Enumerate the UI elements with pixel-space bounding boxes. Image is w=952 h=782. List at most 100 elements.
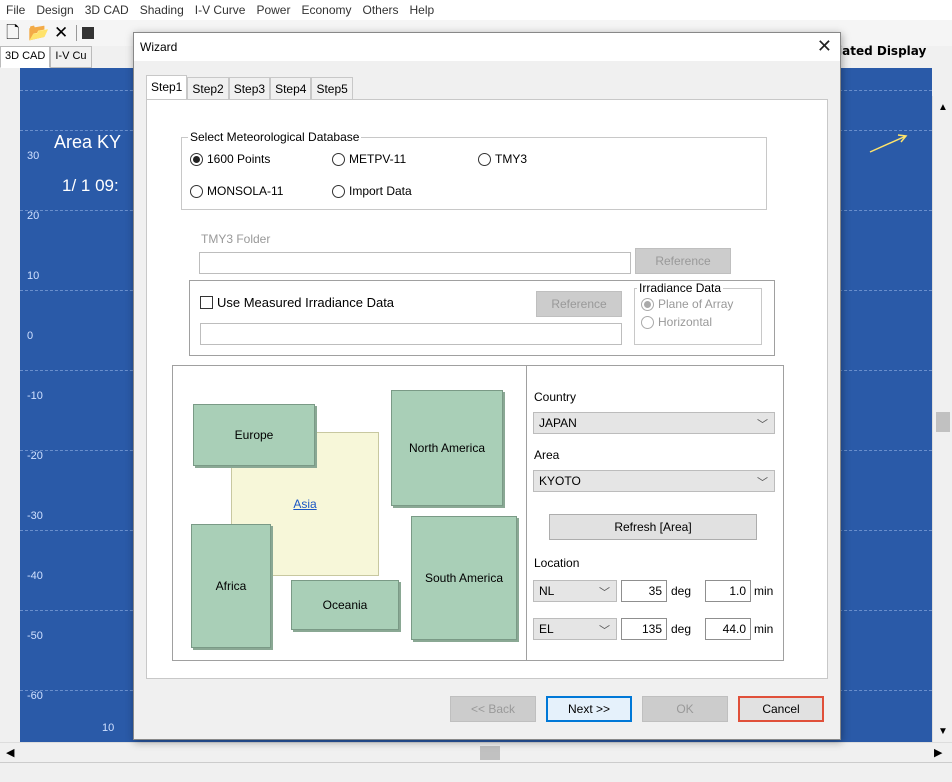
save-icon[interactable] xyxy=(82,27,94,39)
db-group-legend: Select Meteorological Database xyxy=(190,130,360,144)
region-europe[interactable]: Europe xyxy=(193,404,315,466)
tab-step2[interactable]: Step2 xyxy=(187,77,229,99)
radio-selected-icon xyxy=(641,297,654,311)
menu-help[interactable]: Help xyxy=(410,3,435,17)
y-axis-label: 20 xyxy=(27,210,40,222)
scroll-left-icon[interactable]: ◀ xyxy=(6,746,14,759)
app-tabs: 3D CAD I-V Cu xyxy=(0,46,92,68)
tmy3-folder-label: TMY3 Folder xyxy=(201,232,271,246)
deg-unit: deg xyxy=(671,622,692,636)
country-select[interactable]: JAPAN ﹀ xyxy=(533,412,775,434)
y-axis-label: -60 xyxy=(27,690,43,702)
chevron-down-icon: ﹀ xyxy=(757,419,768,431)
radio-import-data[interactable]: Import Data xyxy=(332,184,412,198)
longitude-direction-select[interactable]: EL ﹀ xyxy=(533,618,617,640)
radio-monsola-11[interactable]: MONSOLA-11 xyxy=(190,184,283,198)
location-label: Location xyxy=(534,556,580,570)
menu-others[interactable]: Others xyxy=(363,3,399,17)
menu-3dcad[interactable]: 3D CAD xyxy=(85,3,129,17)
longitude-min-input[interactable]: 44.0 xyxy=(705,618,751,640)
tab-3d-cad[interactable]: 3D CAD xyxy=(0,46,51,68)
chevron-down-icon: ﹀ xyxy=(599,587,610,599)
canvas-area-title: Area KY xyxy=(54,132,122,152)
latitude-min-input[interactable]: 1.0 xyxy=(705,580,751,602)
y-axis-label: 0 xyxy=(27,330,34,342)
toolbar-separator xyxy=(76,25,77,41)
db-group: Select Meteorological Database 1600 Poin… xyxy=(181,130,767,210)
y-axis-label: -30 xyxy=(27,510,43,522)
cancel-button[interactable]: Cancel xyxy=(738,696,824,722)
vertical-scrollbar[interactable]: ▲ ▼ xyxy=(932,96,952,742)
region-oceania[interactable]: Oceania xyxy=(291,580,399,630)
chevron-down-icon: ﹀ xyxy=(599,625,610,637)
next-button[interactable]: Next >> xyxy=(546,696,632,722)
tab-iv-curve[interactable]: I-V Cu xyxy=(50,46,92,68)
latitude-deg-input[interactable]: 35 xyxy=(621,580,667,602)
y-axis-label: -10 xyxy=(27,390,43,402)
back-button[interactable]: << Back xyxy=(450,696,536,722)
scroll-down-icon[interactable]: ▼ xyxy=(938,726,948,737)
longitude-deg-input[interactable]: 135 xyxy=(621,618,667,640)
tab-step3[interactable]: Step3 xyxy=(228,77,271,99)
x-axis-label: 10 xyxy=(102,722,115,734)
region-map: Asia Europe North America Africa Oceania… xyxy=(172,365,528,661)
y-axis-label: 10 xyxy=(27,270,40,282)
irradiance-legend: Irradiance Data xyxy=(639,281,722,295)
wizard-dialog: Wizard ✕ Step1 Step2 Step3 Step4 Step5 S… xyxy=(133,32,841,740)
measured-irradiance-box: Use Measured Irradiance Data Reference I… xyxy=(189,280,775,356)
menu-economy[interactable]: Economy xyxy=(301,3,351,17)
use-measured-checkbox[interactable]: Use Measured Irradiance Data xyxy=(200,295,394,310)
location-panel: Country JAPAN ﹀ Area KYOTO ﹀ Refresh [Ar… xyxy=(526,365,784,661)
deg-unit: deg xyxy=(671,584,692,598)
ok-button[interactable]: OK xyxy=(642,696,728,722)
radio-1600-points[interactable]: 1600 Points xyxy=(190,152,270,166)
new-file-icon[interactable]: 🗋 xyxy=(6,23,20,43)
tab-step4[interactable]: Step4 xyxy=(270,77,312,99)
wizard-title: Wizard xyxy=(140,40,178,54)
y-axis-label: 30 xyxy=(27,150,40,162)
scroll-right-icon[interactable]: ▶ xyxy=(934,746,942,759)
radio-selected-icon xyxy=(190,152,203,166)
latitude-direction-select[interactable]: NL ﹀ xyxy=(533,580,617,602)
menu-iv-curve[interactable]: I-V Curve xyxy=(195,3,246,17)
region-africa[interactable]: Africa xyxy=(191,524,271,648)
menu-file[interactable]: File xyxy=(6,3,25,17)
radio-icon xyxy=(332,152,345,166)
tmy3-folder-input[interactable] xyxy=(199,252,631,274)
close-icon[interactable]: ✕ xyxy=(817,36,832,56)
area-label: Area xyxy=(534,448,560,462)
tab-step5[interactable]: Step5 xyxy=(311,77,353,99)
min-unit: min xyxy=(754,622,774,636)
min-unit: min xyxy=(754,584,774,598)
horizontal-scrollbar[interactable]: ◀ ▶ xyxy=(0,742,952,762)
scroll-thumb[interactable] xyxy=(480,746,500,760)
area-select[interactable]: KYOTO ﹀ xyxy=(533,470,775,492)
tab-step1[interactable]: Step1 xyxy=(146,75,188,99)
region-north-america[interactable]: North America xyxy=(391,390,503,506)
scroll-up-icon[interactable]: ▲ xyxy=(938,102,948,113)
radio-icon xyxy=(641,315,654,329)
checkbox-icon xyxy=(200,296,213,309)
menu-design[interactable]: Design xyxy=(36,3,73,17)
measured-reference-button[interactable]: Reference xyxy=(536,291,622,317)
menu-shading[interactable]: Shading xyxy=(140,3,184,17)
display-mode-label: iated Display xyxy=(838,44,927,58)
radio-horizontal[interactable]: Horizontal xyxy=(641,315,712,329)
radio-metpv-11[interactable]: METPV-11 xyxy=(332,152,406,166)
status-bar xyxy=(0,762,952,782)
open-folder-icon[interactable]: 📂 xyxy=(28,23,49,43)
scroll-thumb[interactable] xyxy=(936,412,950,432)
irradiance-group: Irradiance Data Plane of Array Horizonta… xyxy=(634,281,762,345)
measured-file-input[interactable] xyxy=(200,323,622,345)
delete-icon[interactable]: ✕ xyxy=(54,23,68,43)
tmy3-reference-button[interactable]: Reference xyxy=(635,248,731,274)
radio-icon xyxy=(332,184,345,198)
menu-power[interactable]: Power xyxy=(256,3,290,17)
radio-tmy3[interactable]: TMY3 xyxy=(478,152,527,166)
radio-plane-of-array[interactable]: Plane of Array xyxy=(641,297,733,311)
wizard-tabs: Step1 Step2 Step3 Step4 Step5 xyxy=(146,75,353,99)
region-south-america[interactable]: South America xyxy=(411,516,517,640)
refresh-area-button[interactable]: Refresh [Area] xyxy=(549,514,757,540)
wizard-titlebar: Wizard ✕ xyxy=(134,33,840,61)
country-label: Country xyxy=(534,390,577,404)
